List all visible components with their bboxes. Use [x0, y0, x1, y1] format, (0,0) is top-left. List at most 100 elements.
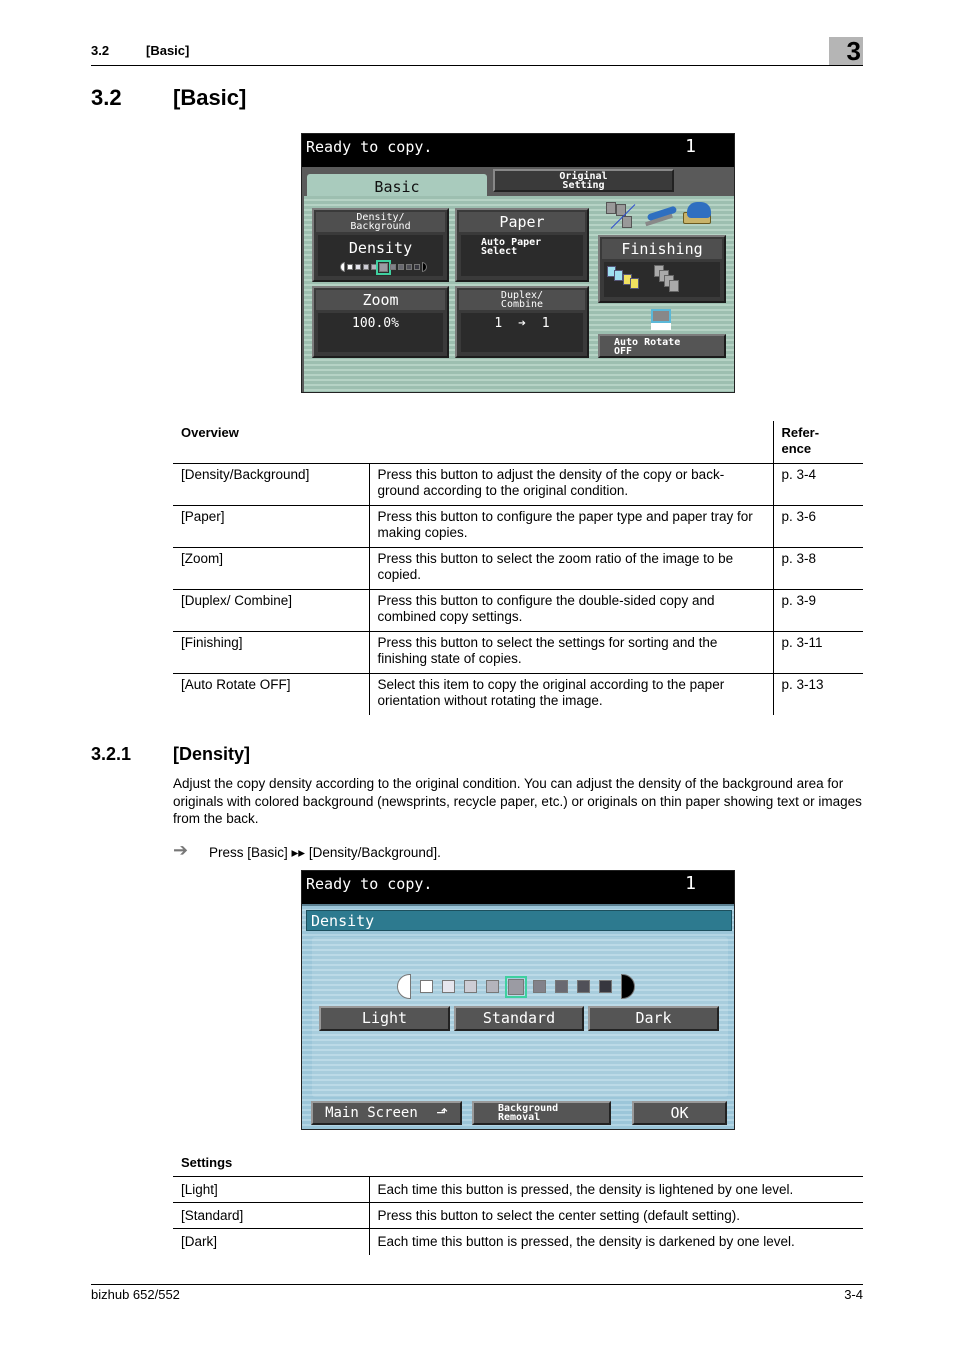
ok-button[interactable]: OK [632, 1101, 727, 1125]
status-message: Ready to copy. [306, 138, 433, 156]
density-title-bar: Density [306, 910, 732, 931]
density-level [398, 264, 404, 270]
row-reference: p. 3-8 [781, 550, 817, 566]
row-reference: p. 3-6 [781, 508, 817, 524]
table-row: [Light] Each time this button is pressed… [173, 1176, 863, 1203]
finishing-button[interactable]: Finishing [598, 235, 726, 303]
main-screen-label: Main Screen [325, 1105, 418, 1121]
auto-rotate-icon [651, 309, 671, 331]
duplex-combine-button[interactable]: Duplex/ Combine 1 ➔ 1 [455, 286, 589, 358]
standard-button-label: Standard [482, 1009, 556, 1027]
paper-value-line2: Select [481, 246, 518, 257]
table-row: [Paper] Press this button to configure t… [173, 505, 863, 547]
overview-table-header: Overview Refer- ence [173, 421, 863, 463]
running-header-section-title: [Basic] [146, 43, 190, 58]
table-row: [Standard] Press this button to select t… [173, 1202, 863, 1229]
row-item: [Finishing] [173, 631, 370, 673]
row-item: [Duplex/ Combine] [173, 589, 370, 631]
background-removal-button[interactable]: Background Removal [472, 1101, 611, 1125]
density-level [420, 980, 433, 993]
density-level [355, 264, 361, 270]
settings-table: [Light] Each time this button is pressed… [173, 1176, 863, 1255]
overview-header: Overview [181, 425, 239, 440]
section-number: 3.2 [91, 85, 122, 110]
finishing-group-icon [654, 265, 684, 295]
status-message: Ready to copy. [306, 875, 433, 893]
row-description: Press this button to configure the paper… [369, 505, 774, 547]
row-item: [Zoom] [173, 547, 370, 589]
duplex-value-to: 1 [541, 316, 550, 331]
density-caption-line2: Background [350, 221, 411, 232]
arrow-right-icon: ➔ [518, 316, 526, 331]
copy-count: 1 [685, 136, 696, 157]
main-screen-button[interactable]: Main Screen ⬏ [311, 1101, 462, 1125]
settings-caption: Settings [181, 1155, 233, 1170]
standard-button[interactable]: Standard [454, 1006, 584, 1031]
table-row: [Zoom] Press this button to select the z… [173, 547, 863, 589]
row-description: Press this button to configure the doubl… [369, 589, 774, 631]
light-button[interactable]: Light [319, 1006, 450, 1031]
chapter-number: 3 [846, 36, 861, 66]
tab-basic[interactable]: Basic [307, 174, 487, 198]
row-reference: p. 3-4 [781, 466, 817, 482]
finishing-sort-icon [607, 266, 647, 294]
paper-caption: Paper [459, 212, 585, 232]
dark-button-label: Dark [635, 1009, 672, 1027]
row-item: [Light] [173, 1176, 370, 1203]
tab-original-setting[interactable]: Original Setting [493, 169, 674, 192]
row-description: Each time this button is pressed, the de… [377, 1234, 795, 1249]
density-level [371, 264, 377, 270]
density-mini-scale [340, 259, 427, 275]
density-level [414, 264, 420, 270]
light-end-icon [340, 262, 345, 272]
density-title: Density [311, 912, 375, 930]
overview-table: Overview Refer- ence [Density/Background… [173, 421, 863, 715]
subsection-number: 3.2.1 [91, 744, 132, 764]
paper-button[interactable]: Paper Auto Paper Select [455, 208, 589, 282]
density-screen: Ready to copy. 1 Density Light Standard … [301, 870, 735, 1130]
density-level [486, 980, 499, 993]
reference-header: Refer- ence [772, 421, 863, 463]
zoom-caption: Zoom [316, 290, 445, 310]
density-level [363, 264, 369, 270]
section-title: [Basic] [173, 85, 247, 110]
basic-screen: Ready to copy. 1 Basic Original Setting … [301, 133, 735, 393]
row-item: [Paper] [173, 505, 370, 547]
row-description: Press this button to select the zoom rat… [369, 547, 774, 589]
row-description: Press this button to select the settings… [369, 631, 774, 673]
punch-icon [683, 202, 713, 228]
zoom-value: 100.0% [352, 316, 399, 331]
subsection-paragraph: Adjust the copy density according to the… [173, 776, 862, 826]
auto-rotate-off-button[interactable]: Auto Rotate OFF [598, 334, 726, 358]
status-bar: Ready to copy. 1 [302, 871, 734, 904]
density-background-button[interactable]: Density/ Background Density [312, 208, 449, 282]
running-header-section-number: 3.2 [91, 43, 110, 58]
density-level [390, 264, 396, 270]
row-reference: p. 3-13 [781, 676, 824, 692]
footer-product: bizhub 652/552 [91, 1287, 180, 1302]
table-row: [Density/Background] Press this button t… [173, 463, 863, 505]
finishing-caption: Finishing [602, 239, 722, 259]
table-row: [Dark] Each time this button is pressed,… [173, 1228, 863, 1255]
auto-rotate-line2: OFF [614, 346, 633, 357]
density-level-selected [376, 259, 391, 275]
density-level [464, 980, 477, 993]
duplex-value-from: 1 [494, 316, 503, 331]
row-reference: p. 3-11 [781, 634, 823, 650]
density-scale [397, 974, 635, 999]
row-item: [Standard] [173, 1202, 370, 1229]
density-level [347, 264, 353, 270]
density-level [577, 980, 590, 993]
row-description: Press this button to select the center s… [377, 1208, 740, 1223]
row-reference: p. 3-9 [781, 592, 817, 608]
return-arrow-icon: ⬏ [436, 1105, 448, 1121]
row-description: Press this button to adjust the density … [369, 463, 774, 505]
duplex-caption-line2: Combine [500, 299, 544, 310]
footer-page-number: 3-4 [844, 1287, 863, 1302]
table-row: [Finishing] Press this button to select … [173, 631, 863, 673]
zoom-button[interactable]: Zoom 100.0% [312, 286, 449, 358]
row-item: [Density/Background] [173, 463, 370, 505]
dark-button[interactable]: Dark [588, 1006, 719, 1031]
density-level [406, 264, 412, 270]
row-description: Select this item to copy the original ac… [369, 673, 774, 715]
